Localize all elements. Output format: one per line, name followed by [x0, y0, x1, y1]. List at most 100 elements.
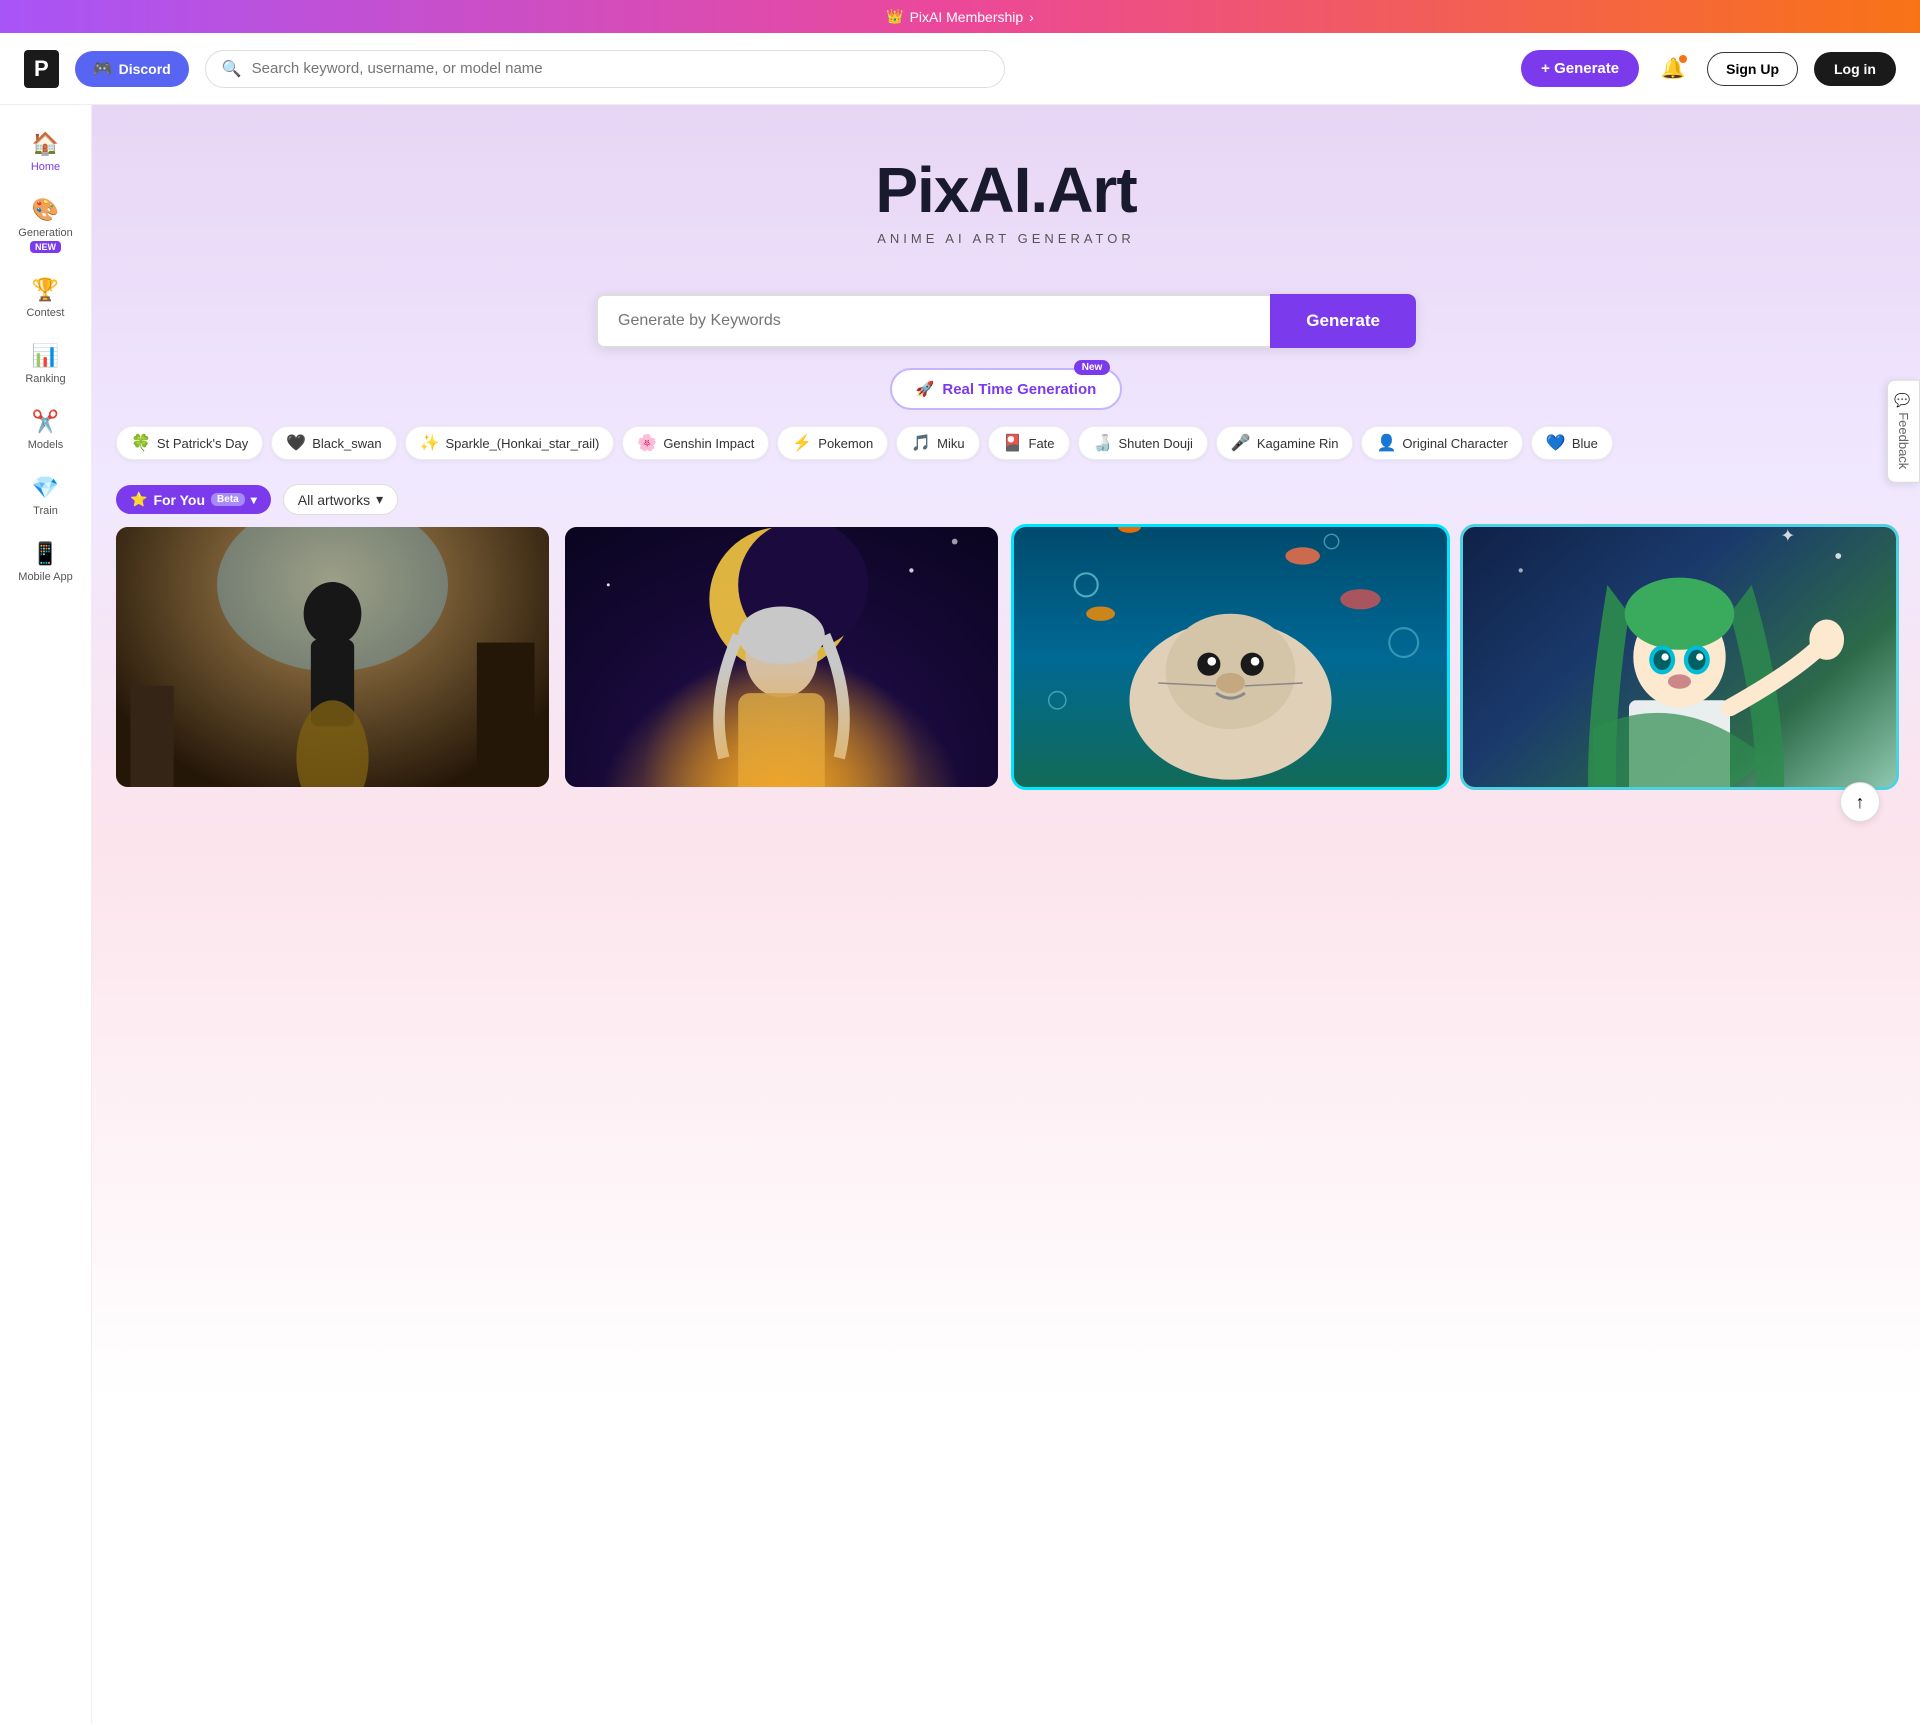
- sidebar-label-contest: Contest: [27, 307, 65, 319]
- header: P 🎮 Discord 🔍 + Generate 🔔 Sign Up Log i…: [0, 33, 1920, 105]
- discord-icon: 🎮: [93, 59, 113, 79]
- tag-label-6: Fate: [1029, 436, 1055, 451]
- tag-genshin[interactable]: 🌸 Genshin Impact: [622, 426, 769, 460]
- tag-label-0: St Patrick's Day: [157, 436, 248, 451]
- generate-section: Generate: [596, 294, 1416, 348]
- realtime-button[interactable]: 🚀 Real Time Generation New: [890, 368, 1123, 410]
- all-artworks-chevron: ▾: [376, 491, 383, 508]
- tag-blue[interactable]: 💙 Blue: [1531, 426, 1613, 460]
- banner-icon: 👑: [886, 8, 903, 25]
- signup-button[interactable]: Sign Up: [1707, 52, 1798, 86]
- tag-label-3: Genshin Impact: [663, 436, 754, 451]
- main-content: PixAI.Art ANIME AI ART GENERATOR Generat…: [92, 105, 1920, 1724]
- tabs-row: ⭐ For You Beta ▾ All artworks ▾: [92, 476, 1920, 527]
- feedback-button[interactable]: 💬 Feedback: [1887, 380, 1920, 483]
- for-you-label: For You: [153, 492, 205, 508]
- sidebar-item-home[interactable]: 🏠 Home: [6, 121, 86, 183]
- sidebar-label-mobile: Mobile App: [18, 571, 72, 583]
- tab-chevron-icon[interactable]: ▾: [251, 493, 257, 507]
- tag-label-5: Miku: [937, 436, 964, 451]
- discord-label: Discord: [119, 61, 171, 77]
- sidebar-label-home: Home: [31, 161, 60, 173]
- banner-arrow: ›: [1029, 9, 1034, 25]
- gallery-item-2[interactable]: [565, 527, 998, 787]
- feedback-label: Feedback: [1896, 412, 1911, 469]
- gallery-item-3[interactable]: [1014, 527, 1447, 787]
- tag-pokemon[interactable]: ⚡ Pokemon: [777, 426, 888, 460]
- gallery: ✦ ✦: [92, 527, 1920, 787]
- all-artworks-label: All artworks: [298, 492, 370, 508]
- generate-input[interactable]: [596, 294, 1270, 348]
- tag-label-9: Original Character: [1402, 436, 1508, 451]
- sidebar-item-generation[interactable]: 🎨 Generation NEW: [6, 187, 86, 263]
- contest-icon: 🏆: [32, 277, 59, 303]
- tags-row: 🍀 St Patrick's Day 🖤 Black_swan ✨ Sparkl…: [92, 410, 1920, 476]
- sidebar-item-contest[interactable]: 🏆 Contest: [6, 267, 86, 329]
- discord-button[interactable]: 🎮 Discord: [75, 51, 189, 87]
- tag-icon-7: 🍶: [1093, 433, 1113, 453]
- main-layout: 🏠 Home 🎨 Generation NEW 🏆 Contest 📊 Rank…: [0, 105, 1920, 1724]
- tab-for-you[interactable]: ⭐ For You Beta ▾: [116, 485, 271, 514]
- svg-text:✦: ✦: [1550, 527, 1562, 531]
- tag-label-8: Kagamine Rin: [1257, 436, 1339, 451]
- tag-icon-4: ⚡: [792, 433, 812, 453]
- notification-bell[interactable]: 🔔: [1655, 51, 1691, 87]
- generate-main-button[interactable]: Generate: [1270, 294, 1416, 348]
- gallery-item-1[interactable]: [116, 527, 549, 787]
- gallery-item-4[interactable]: ✦ ✦: [1463, 527, 1896, 787]
- tag-icon-6: 🎴: [1003, 433, 1023, 453]
- sidebar-label-generation: Generation: [18, 227, 72, 239]
- hero-subtitle: ANIME AI ART GENERATOR: [112, 231, 1900, 246]
- scroll-up-icon: ↑: [1856, 792, 1865, 813]
- banner-text: PixAI Membership: [910, 9, 1024, 25]
- tag-icon-5: 🎵: [911, 433, 931, 453]
- tag-label-10: Blue: [1572, 436, 1598, 451]
- search-input[interactable]: [252, 60, 988, 77]
- svg-text:✦: ✦: [1781, 527, 1796, 546]
- hero-title: PixAI.Art: [112, 153, 1900, 227]
- sidebar-item-train[interactable]: 💎 Train: [6, 465, 86, 527]
- scroll-up-button[interactable]: ↑: [1840, 782, 1880, 822]
- tag-label-1: Black_swan: [312, 436, 381, 451]
- tag-label-7: Shuten Douji: [1118, 436, 1192, 451]
- home-icon: 🏠: [32, 131, 59, 157]
- search-icon: 🔍: [222, 59, 242, 79]
- generation-new-badge: NEW: [30, 241, 61, 253]
- tag-original[interactable]: 👤 Original Character: [1361, 426, 1522, 460]
- tag-st-patricks[interactable]: 🍀 St Patrick's Day: [116, 426, 263, 460]
- membership-banner[interactable]: 👑 PixAI Membership ›: [0, 0, 1920, 33]
- tab-all-artworks[interactable]: All artworks ▾: [283, 484, 398, 515]
- sidebar: 🏠 Home 🎨 Generation NEW 🏆 Contest 📊 Rank…: [0, 105, 92, 1724]
- realtime-icon: 🚀: [916, 380, 935, 398]
- tag-icon-10: 💙: [1546, 433, 1566, 453]
- train-icon: 💎: [32, 475, 59, 501]
- tag-icon-8: 🎤: [1231, 433, 1251, 453]
- tag-kagamine[interactable]: 🎤 Kagamine Rin: [1216, 426, 1354, 460]
- sidebar-item-mobile[interactable]: 📱 Mobile App: [6, 531, 86, 593]
- ranking-icon: 📊: [32, 343, 59, 369]
- tag-icon-0: 🍀: [131, 433, 151, 453]
- sidebar-label-models: Models: [28, 439, 63, 451]
- tag-icon-1: 🖤: [286, 433, 306, 453]
- sidebar-label-ranking: Ranking: [25, 373, 65, 385]
- realtime-label: Real Time Generation: [942, 381, 1096, 398]
- sidebar-label-train: Train: [33, 505, 58, 517]
- realtime-new-badge: New: [1074, 360, 1111, 375]
- sidebar-item-models[interactable]: ✂️ Models: [6, 399, 86, 461]
- header-generate-button[interactable]: + Generate: [1521, 50, 1639, 87]
- generation-icon: 🎨: [32, 197, 59, 223]
- tag-shuten[interactable]: 🍶 Shuten Douji: [1078, 426, 1208, 460]
- tag-fate[interactable]: 🎴 Fate: [988, 426, 1070, 460]
- beta-badge: Beta: [211, 493, 245, 506]
- tag-icon-3: 🌸: [637, 433, 657, 453]
- tag-miku[interactable]: 🎵 Miku: [896, 426, 979, 460]
- feedback-icon: 💬: [1896, 393, 1911, 409]
- tag-icon-9: 👤: [1376, 433, 1396, 453]
- header-right: + Generate 🔔 Sign Up Log in: [1521, 50, 1896, 87]
- tag-sparkle[interactable]: ✨ Sparkle_(Honkai_star_rail): [405, 426, 615, 460]
- logo[interactable]: P: [24, 50, 59, 88]
- sidebar-item-ranking[interactable]: 📊 Ranking: [6, 333, 86, 395]
- models-icon: ✂️: [32, 409, 59, 435]
- login-button[interactable]: Log in: [1814, 52, 1896, 86]
- tag-black-swan[interactable]: 🖤 Black_swan: [271, 426, 396, 460]
